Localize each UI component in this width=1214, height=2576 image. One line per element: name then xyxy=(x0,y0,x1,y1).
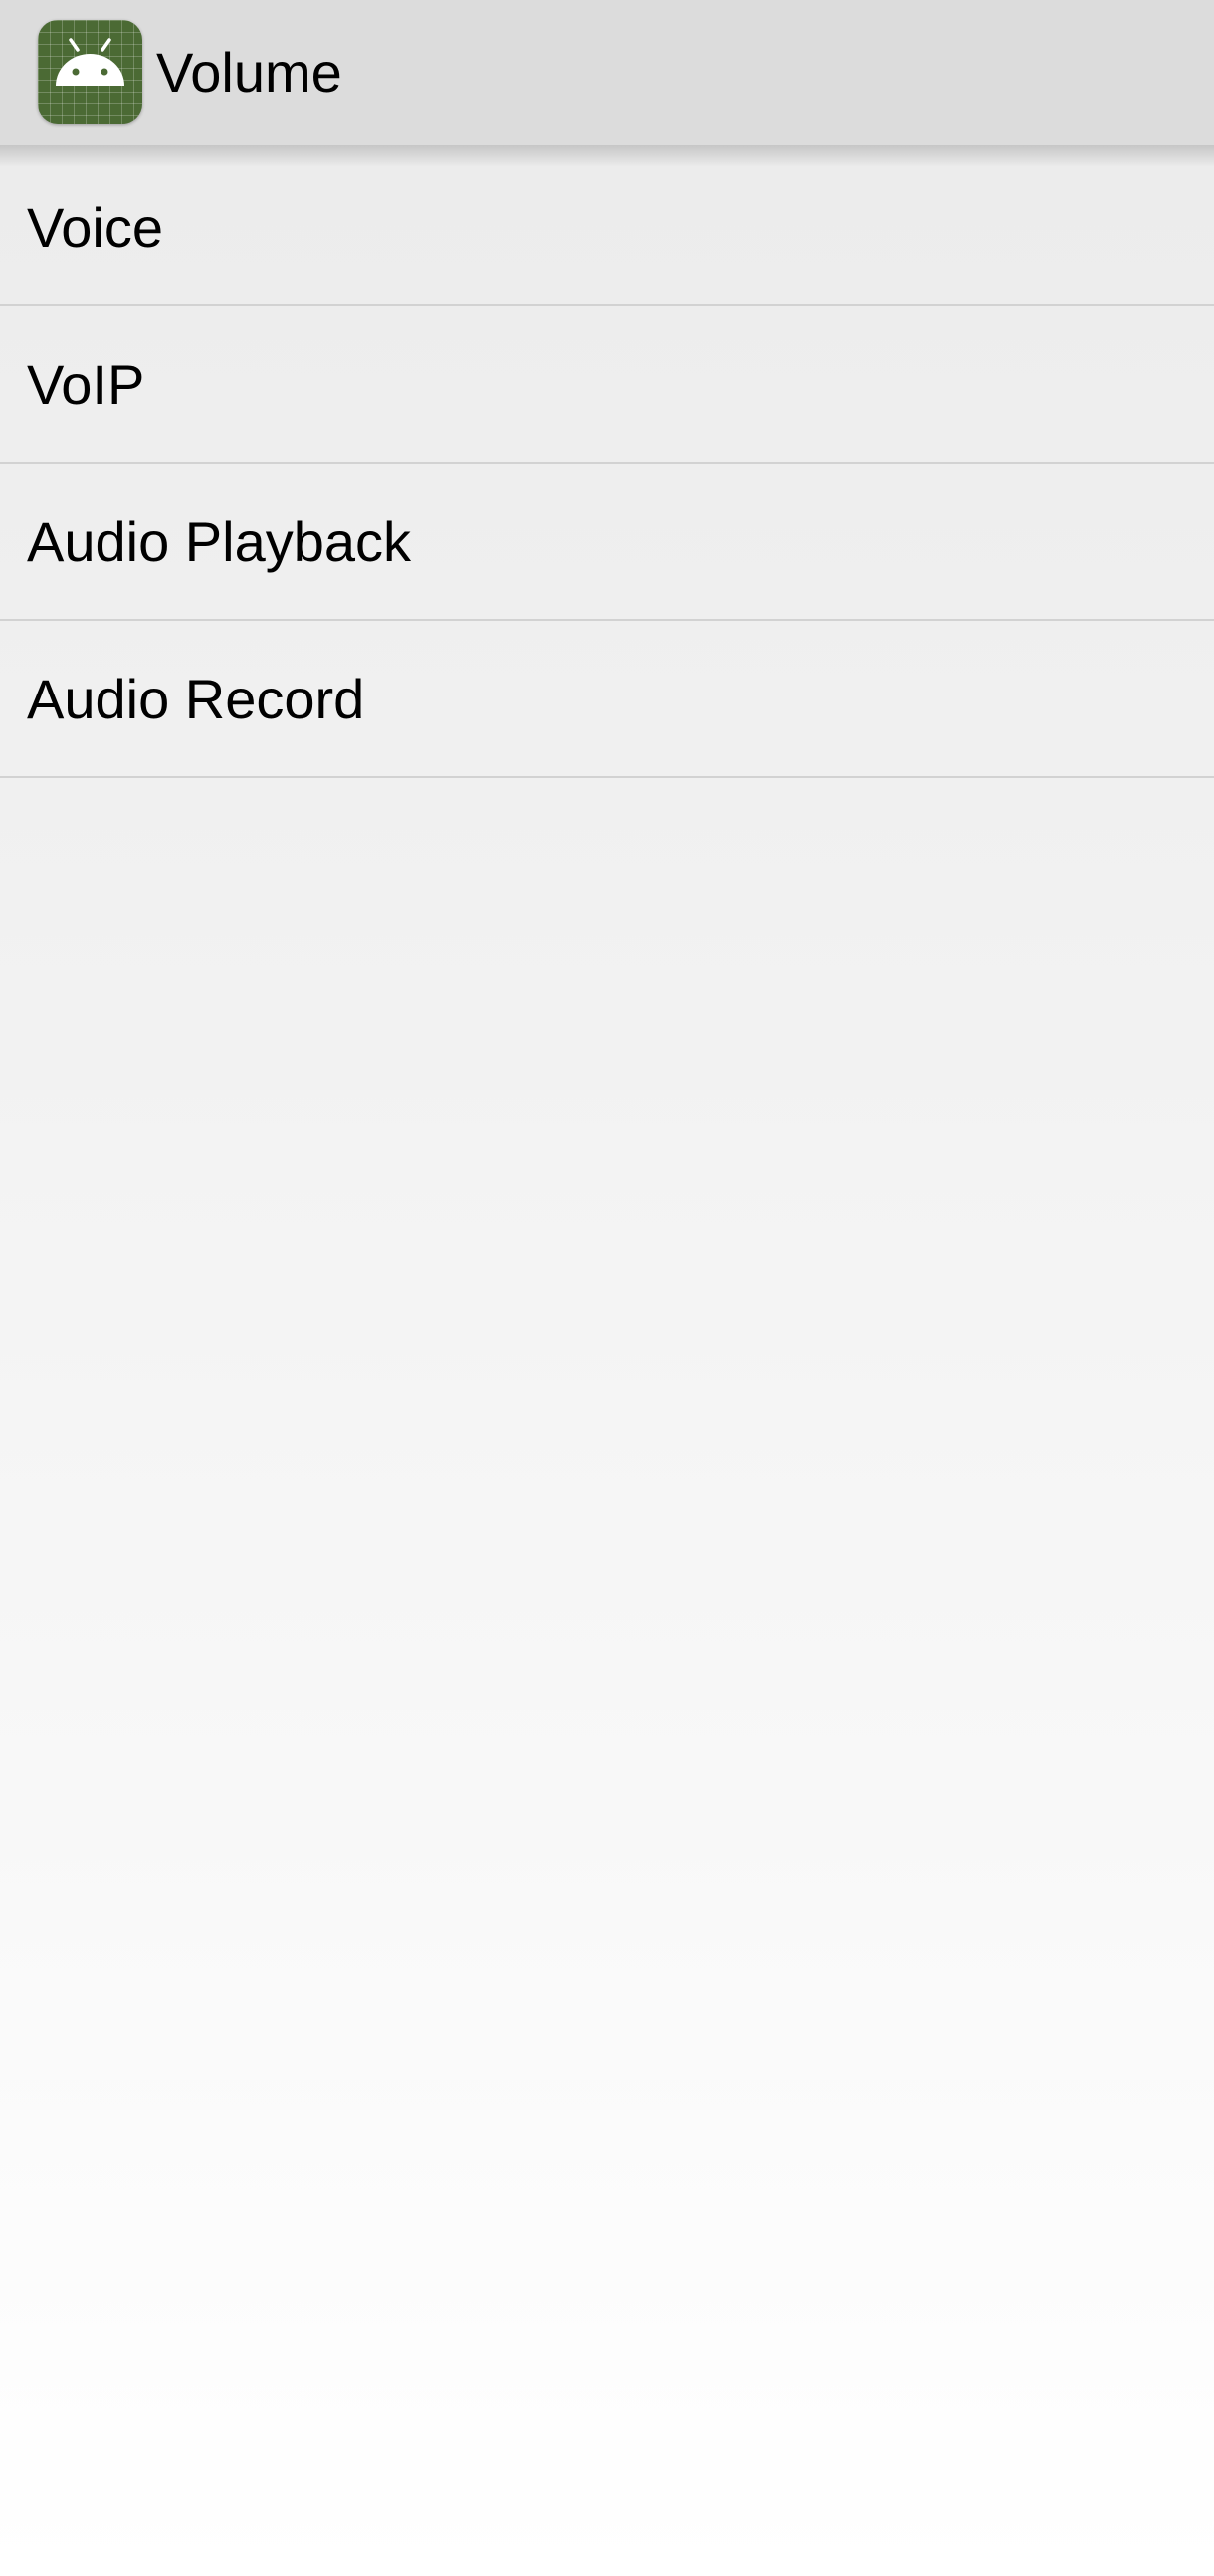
list-item-label: Voice xyxy=(27,195,163,259)
list-item-label: VoIP xyxy=(27,352,145,416)
list-item-audio-playback[interactable]: Audio Playback xyxy=(0,464,1214,621)
action-bar-shadow xyxy=(0,145,1214,167)
list-item-label: Audio Record xyxy=(27,667,365,730)
app-title: Volume xyxy=(156,41,342,103)
action-bar: Volume xyxy=(0,0,1214,145)
list-item-audio-record[interactable]: Audio Record xyxy=(0,621,1214,778)
list-item-label: Audio Playback xyxy=(27,509,412,573)
audio-type-list: Voice VoIP Audio Playback Audio Record xyxy=(0,149,1214,778)
list-item-voice[interactable]: Voice xyxy=(0,149,1214,306)
android-robot-icon xyxy=(56,38,124,86)
list-item-voip[interactable]: VoIP xyxy=(0,306,1214,464)
android-app-icon xyxy=(38,20,142,124)
